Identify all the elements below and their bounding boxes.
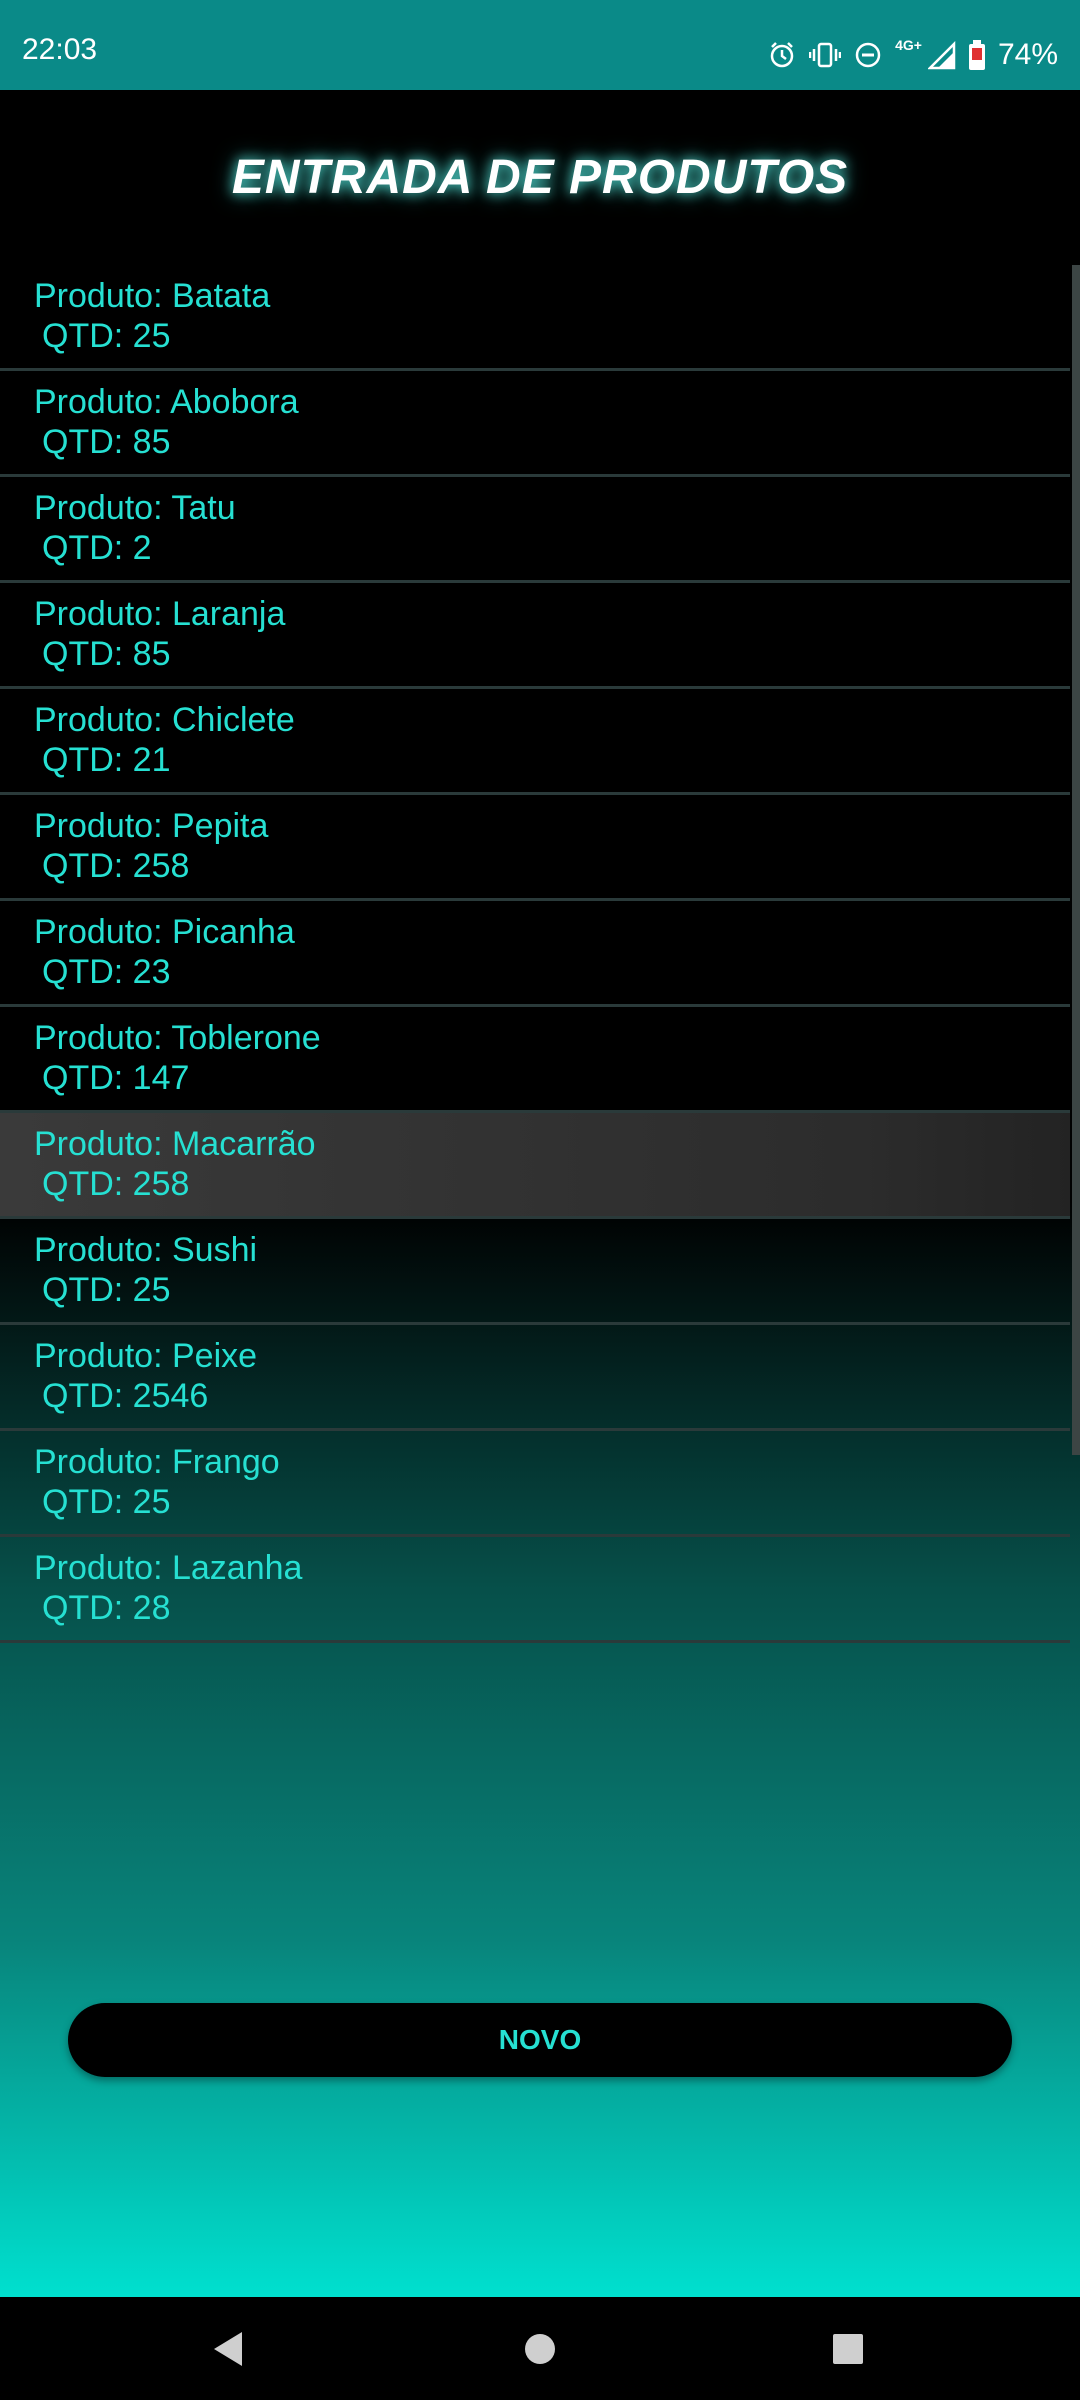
status-icons: 4G+ 74% bbox=[767, 0, 1058, 100]
navigation-bar bbox=[0, 2297, 1080, 2400]
vibrate-icon bbox=[809, 40, 842, 70]
product-list[interactable]: Produto: Batata QTD: 25 Produto: Abobora Q… bbox=[0, 265, 1070, 1643]
product-qty: QTD: 25 bbox=[42, 1483, 171, 1521]
network-type: 4G+ bbox=[895, 37, 922, 53]
list-item-selected[interactable]: Produto: Macarrão QTD: 258 bbox=[0, 1113, 1070, 1219]
list-item[interactable]: Produto: Batata QTD: 25 bbox=[0, 265, 1070, 371]
product-name: Produto: Laranja bbox=[34, 595, 286, 633]
list-item[interactable]: Produto: Laranja QTD: 85 bbox=[0, 583, 1070, 689]
new-product-button[interactable]: NOVO bbox=[68, 2003, 1012, 2077]
product-name: Produto: Pepita bbox=[34, 807, 269, 845]
list-item[interactable]: Produto: Chiclete QTD: 21 bbox=[0, 689, 1070, 795]
status-bar: 22:03 4G+ 74% bbox=[0, 0, 1080, 90]
page-title: ENTRADA DE PRODUTOS bbox=[231, 151, 849, 204]
product-qty: QTD: 85 bbox=[42, 635, 171, 673]
alarm-icon bbox=[767, 40, 797, 70]
product-qty: QTD: 2 bbox=[42, 529, 152, 567]
product-name: Produto: Sushi bbox=[34, 1231, 258, 1269]
list-item[interactable]: Produto: Toblerone QTD: 147 bbox=[0, 1007, 1070, 1113]
list-item[interactable]: Produto: Frango QTD: 25 bbox=[0, 1431, 1070, 1537]
product-name: Produto: Toblerone bbox=[34, 1019, 321, 1057]
product-qty: QTD: 23 bbox=[42, 953, 171, 991]
product-name: Produto: Macarrão bbox=[34, 1125, 316, 1163]
product-qty: QTD: 2546 bbox=[42, 1377, 209, 1415]
product-qty: QTD: 21 bbox=[42, 741, 171, 779]
list-item[interactable]: Produto: Tatu QTD: 2 bbox=[0, 477, 1070, 583]
main-content: ENTRADA DE PRODUTOS Produto: Batata QTD: … bbox=[0, 90, 1080, 2297]
product-name: Produto: Batata bbox=[34, 277, 271, 315]
product-qty: QTD: 85 bbox=[42, 423, 171, 461]
battery-percent: 74% bbox=[997, 38, 1058, 71]
product-name: Produto: Tatu bbox=[34, 489, 236, 527]
product-qty: QTD: 147 bbox=[42, 1059, 190, 1097]
list-item[interactable]: Produto: Peixe QTD: 2546 bbox=[0, 1325, 1070, 1431]
product-qty: QTD: 258 bbox=[42, 847, 190, 885]
product-qty: QTD: 25 bbox=[42, 1271, 171, 1309]
status-time: 22:03 bbox=[22, 33, 98, 66]
product-name: Produto: Lazanha bbox=[34, 1549, 303, 1587]
product-name: Produto: Abobora bbox=[34, 383, 299, 421]
back-icon[interactable] bbox=[148, 2297, 308, 2400]
product-name: Produto: Peixe bbox=[34, 1337, 258, 1375]
signal-icon bbox=[927, 40, 956, 70]
product-qty: QTD: 28 bbox=[42, 1589, 171, 1627]
list-item[interactable]: Produto: Lazanha QTD: 28 bbox=[0, 1537, 1070, 1643]
home-icon[interactable] bbox=[460, 2297, 620, 2400]
product-name: Produto: Frango bbox=[34, 1443, 280, 1481]
product-qty: QTD: 258 bbox=[42, 1165, 190, 1203]
product-qty: QTD: 25 bbox=[42, 317, 171, 355]
recents-icon[interactable] bbox=[768, 2297, 928, 2400]
list-scrollbar[interactable] bbox=[1072, 265, 1080, 1455]
list-item[interactable]: Produto: Pepita QTD: 258 bbox=[0, 795, 1070, 901]
list-item[interactable]: Produto: Sushi QTD: 25 bbox=[0, 1219, 1070, 1325]
product-name: Produto: Chiclete bbox=[34, 701, 295, 739]
battery-icon bbox=[968, 39, 986, 71]
list-item[interactable]: Produto: Picanha QTD: 23 bbox=[0, 901, 1070, 1007]
do-not-disturb-icon bbox=[853, 40, 883, 70]
list-item[interactable]: Produto: Abobora QTD: 85 bbox=[0, 371, 1070, 477]
product-name: Produto: Picanha bbox=[34, 913, 295, 951]
